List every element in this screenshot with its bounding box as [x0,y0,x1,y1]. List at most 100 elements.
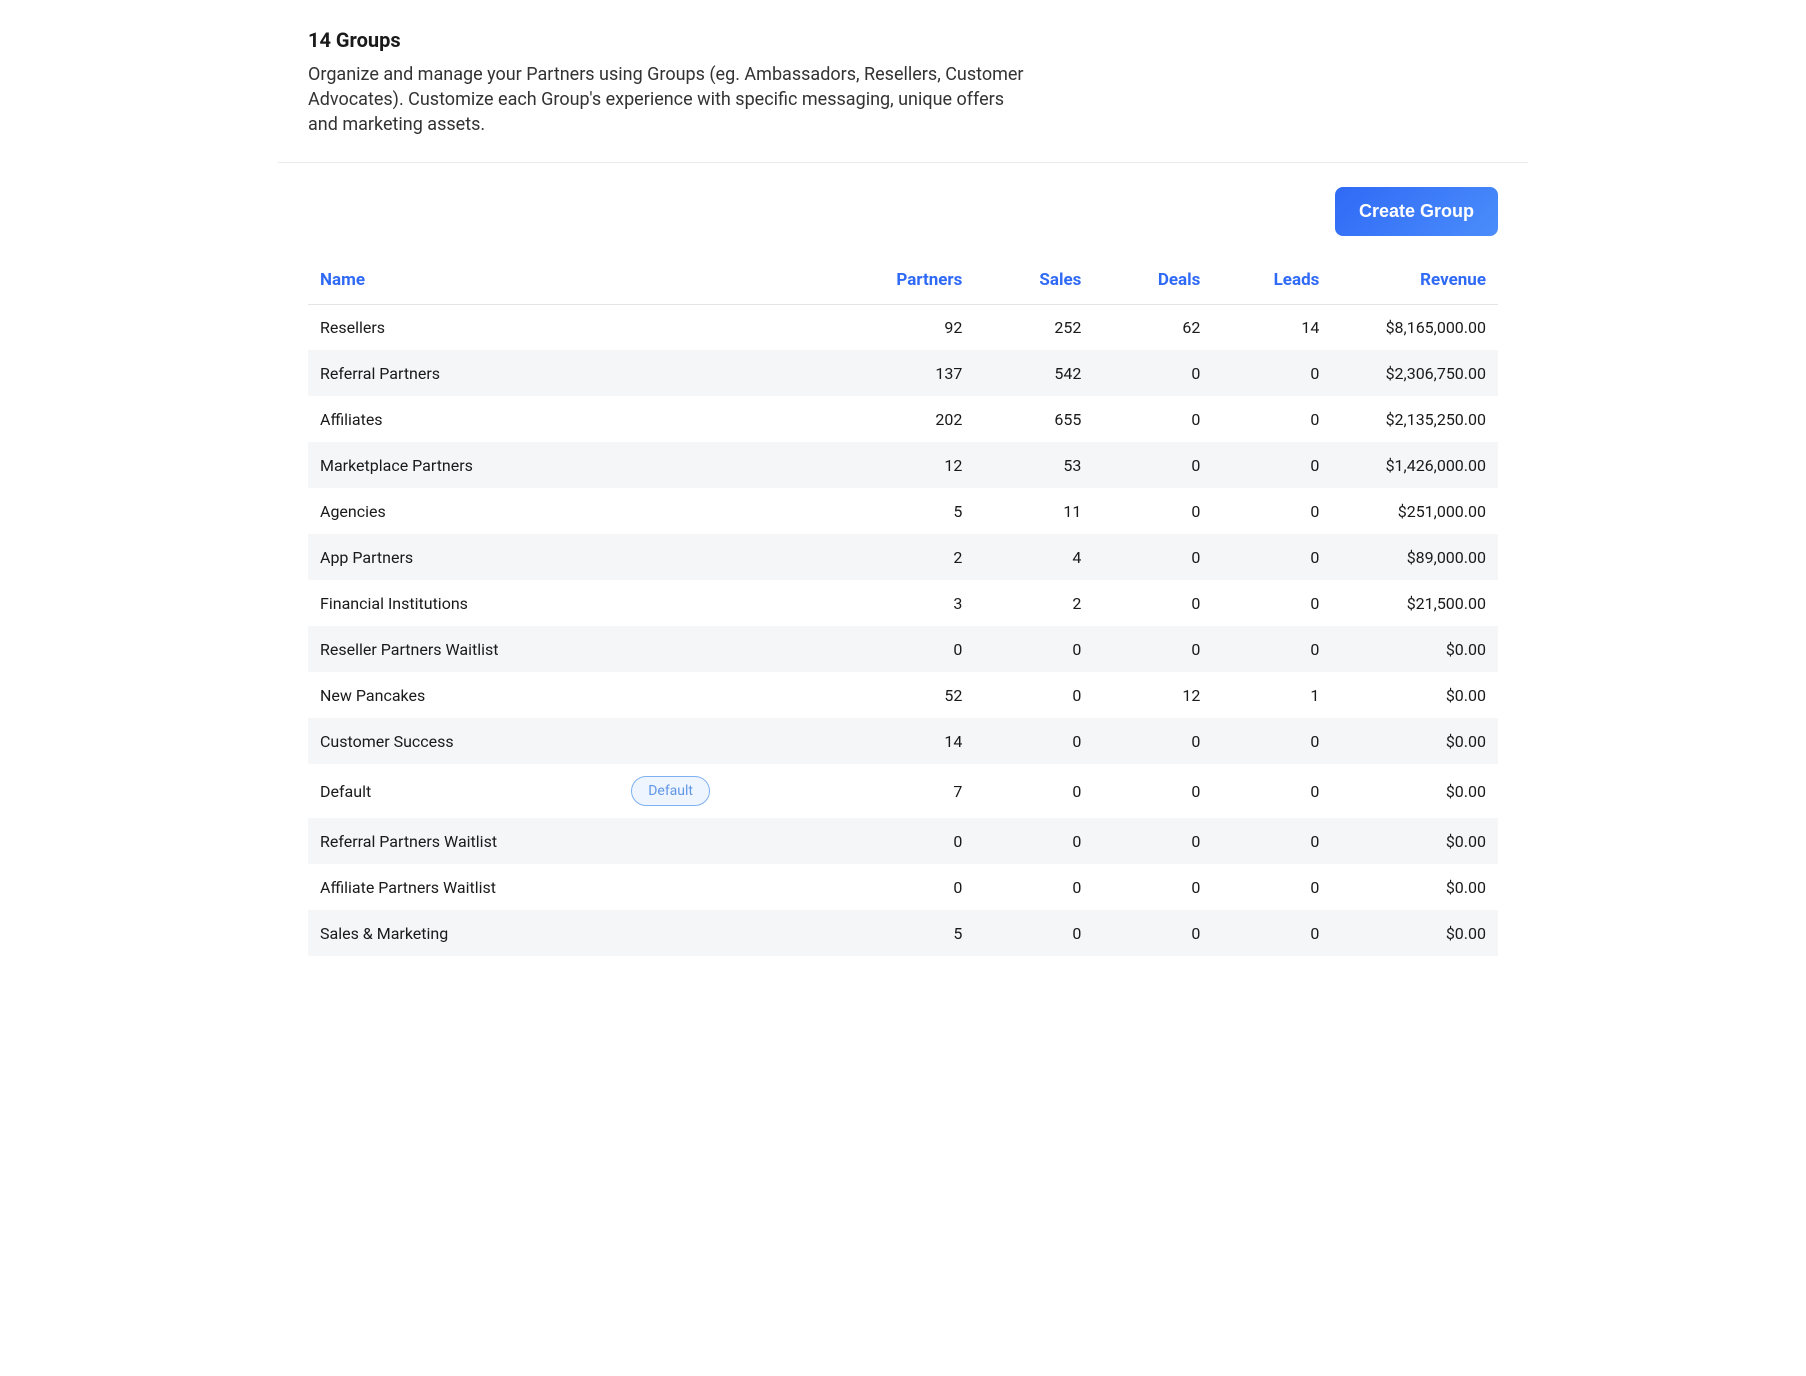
group-name-label: App Partners [320,548,413,567]
cell-revenue: $251,000.00 [1331,488,1498,534]
cell-leads: 14 [1212,304,1331,350]
cell-partners: 202 [855,396,974,442]
cell-partners: 3 [855,580,974,626]
table-row[interactable]: Resellers922526214$8,165,000.00 [308,304,1498,350]
group-name-label: Customer Success [320,732,454,751]
cell-leads: 1 [1212,672,1331,718]
table-row[interactable]: Affiliates20265500$2,135,250.00 [308,396,1498,442]
cell-revenue: $0.00 [1331,764,1498,818]
page-description: Organize and manage your Partners using … [308,62,1028,138]
cell-deals: 12 [1093,672,1212,718]
group-name-label: Default [320,782,371,801]
cell-deals: 0 [1093,396,1212,442]
cell-deals: 0 [1093,534,1212,580]
table-header-row: Name Partners Sales Deals Leads Revenue [308,256,1498,305]
cell-revenue: $0.00 [1331,818,1498,864]
cell-name: Sales & Marketing [308,910,855,956]
cell-deals: 0 [1093,910,1212,956]
cell-revenue: $2,135,250.00 [1331,396,1498,442]
cell-revenue: $0.00 [1331,910,1498,956]
cell-sales: 252 [974,304,1093,350]
cell-partners: 2 [855,534,974,580]
cell-leads: 0 [1212,534,1331,580]
cell-sales: 0 [974,818,1093,864]
cell-name: Resellers [308,304,855,350]
cell-leads: 0 [1212,764,1331,818]
cell-leads: 0 [1212,626,1331,672]
cell-revenue: $0.00 [1331,864,1498,910]
column-header-partners[interactable]: Partners [855,256,974,305]
action-bar: Create Group [308,187,1498,236]
table-row[interactable]: Agencies51100$251,000.00 [308,488,1498,534]
page-title: 14 Groups [308,28,1498,52]
cell-name: Referral Partners [308,350,855,396]
cell-partners: 5 [855,488,974,534]
cell-deals: 0 [1093,864,1212,910]
group-name-label: Marketplace Partners [320,456,473,475]
table-row[interactable]: Referral Partners Waitlist0000$0.00 [308,818,1498,864]
table-row[interactable]: New Pancakes520121$0.00 [308,672,1498,718]
table-row[interactable]: Sales & Marketing5000$0.00 [308,910,1498,956]
group-name-label: Sales & Marketing [320,924,448,943]
cell-leads: 0 [1212,488,1331,534]
cell-leads: 0 [1212,442,1331,488]
cell-sales: 2 [974,580,1093,626]
cell-deals: 0 [1093,488,1212,534]
table-row[interactable]: Customer Success14000$0.00 [308,718,1498,764]
table-row[interactable]: Affiliate Partners Waitlist0000$0.00 [308,864,1498,910]
create-group-button[interactable]: Create Group [1335,187,1498,236]
table-row[interactable]: DefaultDefault7000$0.00 [308,764,1498,818]
cell-name: Financial Institutions [308,580,855,626]
table-row[interactable]: Marketplace Partners125300$1,426,000.00 [308,442,1498,488]
group-name-label: Financial Institutions [320,594,468,613]
cell-deals: 0 [1093,350,1212,396]
column-header-deals[interactable]: Deals [1093,256,1212,305]
table-row[interactable]: Financial Institutions3200$21,500.00 [308,580,1498,626]
table-row[interactable]: Reseller Partners Waitlist0000$0.00 [308,626,1498,672]
cell-revenue: $8,165,000.00 [1331,304,1498,350]
cell-leads: 0 [1212,396,1331,442]
cell-partners: 14 [855,718,974,764]
cell-partners: 137 [855,350,974,396]
group-name-label: Affiliates [320,410,383,429]
table-row[interactable]: App Partners2400$89,000.00 [308,534,1498,580]
cell-partners: 0 [855,818,974,864]
cell-leads: 0 [1212,818,1331,864]
page-header: 14 Groups Organize and manage your Partn… [278,0,1528,163]
cell-partners: 12 [855,442,974,488]
cell-deals: 0 [1093,626,1212,672]
cell-revenue: $0.00 [1331,672,1498,718]
group-name-label: Reseller Partners Waitlist [320,640,499,659]
column-header-leads[interactable]: Leads [1212,256,1331,305]
cell-partners: 0 [855,626,974,672]
cell-deals: 62 [1093,304,1212,350]
cell-deals: 0 [1093,442,1212,488]
cell-partners: 5 [855,910,974,956]
cell-partners: 0 [855,864,974,910]
cell-sales: 11 [974,488,1093,534]
cell-name: Marketplace Partners [308,442,855,488]
cell-leads: 0 [1212,864,1331,910]
cell-revenue: $2,306,750.00 [1331,350,1498,396]
groups-table: Name Partners Sales Deals Leads Revenue … [308,256,1498,957]
column-header-sales[interactable]: Sales [974,256,1093,305]
group-name-label: Referral Partners [320,364,440,383]
table-row[interactable]: Referral Partners13754200$2,306,750.00 [308,350,1498,396]
cell-sales: 0 [974,672,1093,718]
cell-name: Reseller Partners Waitlist [308,626,855,672]
cell-name: Referral Partners Waitlist [308,818,855,864]
column-header-revenue[interactable]: Revenue [1331,256,1498,305]
cell-sales: 0 [974,910,1093,956]
cell-partners: 92 [855,304,974,350]
default-badge: Default [631,776,710,806]
cell-partners: 52 [855,672,974,718]
cell-leads: 0 [1212,580,1331,626]
cell-name: Agencies [308,488,855,534]
cell-sales: 0 [974,764,1093,818]
column-header-name[interactable]: Name [308,256,855,305]
group-name-label: Referral Partners Waitlist [320,832,497,851]
cell-leads: 0 [1212,910,1331,956]
cell-deals: 0 [1093,818,1212,864]
cell-revenue: $0.00 [1331,626,1498,672]
cell-partners: 7 [855,764,974,818]
